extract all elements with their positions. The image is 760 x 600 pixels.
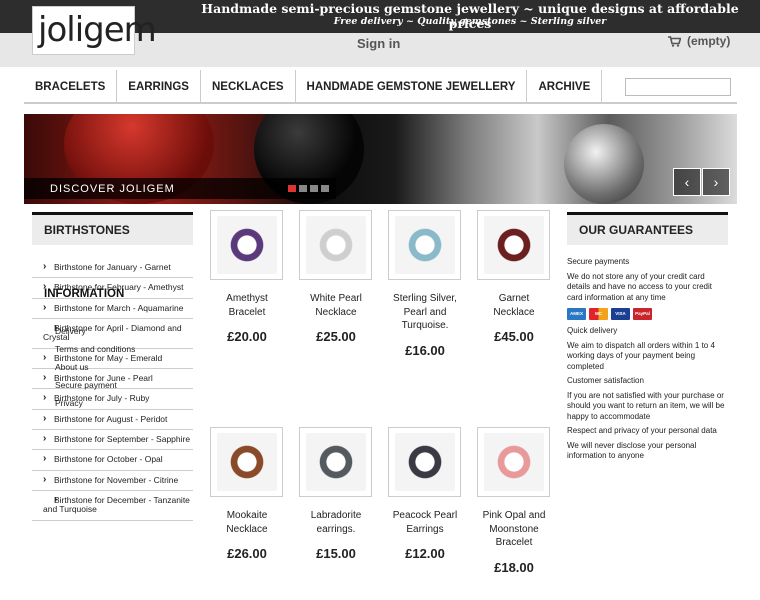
amex-card-icon: AMEX	[567, 308, 586, 320]
secure-payments-heading: Secure payments	[567, 257, 630, 266]
product-image[interactable]	[477, 427, 550, 497]
product-image[interactable]	[210, 210, 283, 280]
nav-handmade-gemstone-jewellery[interactable]: Handmade Gemstone Jewellery	[296, 70, 528, 104]
satisfaction-heading: Customer satisfaction	[567, 376, 644, 385]
product-name[interactable]: Labradorite earrings.	[299, 509, 373, 536]
info-link-about[interactable]: About us	[55, 362, 89, 372]
guarantees-panel: Our Guarantees Secure payments We do not…	[567, 212, 728, 466]
product-image[interactable]	[388, 427, 461, 497]
product-image[interactable]	[210, 427, 283, 497]
site-logo[interactable]: joligem	[32, 6, 157, 55]
product-price: £26.00	[227, 546, 267, 561]
info-link-privacy[interactable]: Privacy	[55, 398, 83, 408]
product-name[interactable]: Garnet Necklace	[477, 292, 551, 319]
product-photo	[483, 433, 544, 491]
logo-text: joligem	[38, 10, 157, 50]
birthstones-title: Birthstones	[32, 212, 193, 245]
nav-bracelets[interactable]: Bracelets	[24, 70, 118, 104]
info-link-terms[interactable]: Terms and conditions	[55, 344, 135, 354]
mastercard-icon: MC	[589, 308, 608, 320]
product-name[interactable]: Amethyst Bracelet	[210, 292, 284, 319]
product-name[interactable]: Mookaite Necklace	[210, 509, 284, 536]
search-input[interactable]	[625, 78, 731, 96]
quick-delivery-text: We aim to dispatch all orders within 1 t…	[567, 340, 715, 371]
product-image[interactable]	[388, 210, 461, 280]
slider-dot-4[interactable]	[321, 185, 329, 192]
product-photo	[394, 216, 455, 274]
banner-silver-ornament	[564, 124, 644, 204]
nav-necklaces[interactable]: Necklaces	[201, 70, 296, 104]
sub-tagline: Free delivery ~ Quality gemstones ~ Ster…	[333, 16, 607, 27]
guarantees-content: Secure payments We do not store any of y…	[567, 257, 728, 462]
visa-card-icon: VISA	[611, 308, 630, 320]
product-photo	[216, 433, 277, 491]
product-card[interactable]: Amethyst Bracelet £20.00	[210, 210, 284, 344]
info-link-delivery[interactable]: Delivery	[55, 326, 86, 336]
product-name[interactable]: Peacock Pearl Earrings	[388, 509, 462, 536]
paypal-card-icon: PayPal	[633, 308, 652, 320]
slider-dot-1[interactable]	[288, 185, 296, 192]
product-card[interactable]: Sterling Silver, Pearl and Turquoise. £1…	[388, 210, 462, 358]
slider-dots	[288, 185, 329, 192]
privacy-text: We will never disclose your personal inf…	[567, 440, 697, 461]
payment-cards: AMEX MC VISA PayPal	[567, 308, 728, 320]
product-photo	[216, 216, 277, 274]
chevron-right-icon: ›	[713, 174, 719, 190]
cart-status: (empty)	[687, 34, 731, 48]
product-photo	[305, 216, 366, 274]
product-card[interactable]: Peacock Pearl Earrings £12.00	[388, 427, 462, 561]
product-image[interactable]	[299, 210, 372, 280]
nav-archive[interactable]: Archive	[527, 70, 603, 104]
privacy-heading: Respect and privacy of your personal dat…	[567, 426, 717, 435]
product-photo	[394, 433, 455, 491]
product-card[interactable]: Garnet Necklace £45.00	[477, 210, 551, 344]
chevron-left-icon: ‹	[684, 174, 690, 190]
product-name[interactable]: Sterling Silver, Pearl and Turquoise.	[388, 292, 462, 333]
product-card[interactable]: Mookaite Necklace £26.00	[210, 427, 284, 561]
product-photo	[305, 433, 366, 491]
product-image[interactable]	[299, 427, 372, 497]
product-photo	[483, 216, 544, 274]
slider-dot-3[interactable]	[310, 185, 318, 192]
quick-delivery-heading: Quick delivery	[567, 326, 618, 335]
list-item[interactable]: Birthstone for August - Peridot	[32, 410, 193, 431]
guarantees-title: Our Guarantees	[567, 212, 728, 245]
product-card[interactable]: Labradorite earrings. £15.00	[299, 427, 373, 561]
product-name[interactable]: White Pearl Necklace	[299, 292, 373, 319]
slider-prev-button[interactable]: ‹	[673, 168, 701, 196]
slider-dot-2[interactable]	[299, 185, 307, 192]
list-item[interactable]: Birthstone for September - Sapphire	[32, 430, 193, 451]
product-price: £12.00	[405, 546, 445, 561]
product-grid: Amethyst Bracelet £20.00 White Pearl Nec…	[208, 210, 560, 600]
list-item[interactable]: Birthstone for January - Garnet	[32, 258, 193, 279]
product-price: £20.00	[227, 329, 267, 344]
list-item[interactable]: Birthstone for March - Aquamarine	[32, 299, 193, 320]
product-price: £45.00	[494, 329, 534, 344]
product-card[interactable]: White Pearl Necklace £25.00	[299, 210, 373, 344]
product-price: £15.00	[316, 546, 356, 561]
slider-next-button[interactable]: ›	[702, 168, 730, 196]
product-price: £16.00	[405, 342, 445, 358]
list-item[interactable]: Birthstone for October - Opal	[32, 450, 193, 471]
product-price: £18.00	[494, 559, 534, 575]
cart-button[interactable]: (empty)	[668, 34, 730, 48]
product-card[interactable]: Pink Opal and Moonstone Bracelet £18.00	[477, 427, 551, 575]
satisfaction-text: If you are not satisfied with your purch…	[567, 390, 725, 421]
cart-icon	[668, 35, 681, 47]
information-title: Information	[44, 288, 125, 300]
secure-payments-text: We do not store any of your credit card …	[567, 271, 712, 302]
sign-in-link[interactable]: Sign in	[357, 36, 400, 51]
info-link-secure-payment[interactable]: Secure payment	[55, 380, 117, 390]
list-item[interactable]: Birthstone for November - Citrine	[32, 471, 193, 492]
product-name[interactable]: Pink Opal and Moonstone Bracelet	[477, 509, 551, 550]
product-image[interactable]	[477, 210, 550, 280]
product-price: £25.00	[316, 329, 356, 344]
nav-earrings[interactable]: Earrings	[117, 70, 201, 104]
list-item[interactable]: Birthstone for December - Tanzanite and …	[32, 491, 193, 521]
